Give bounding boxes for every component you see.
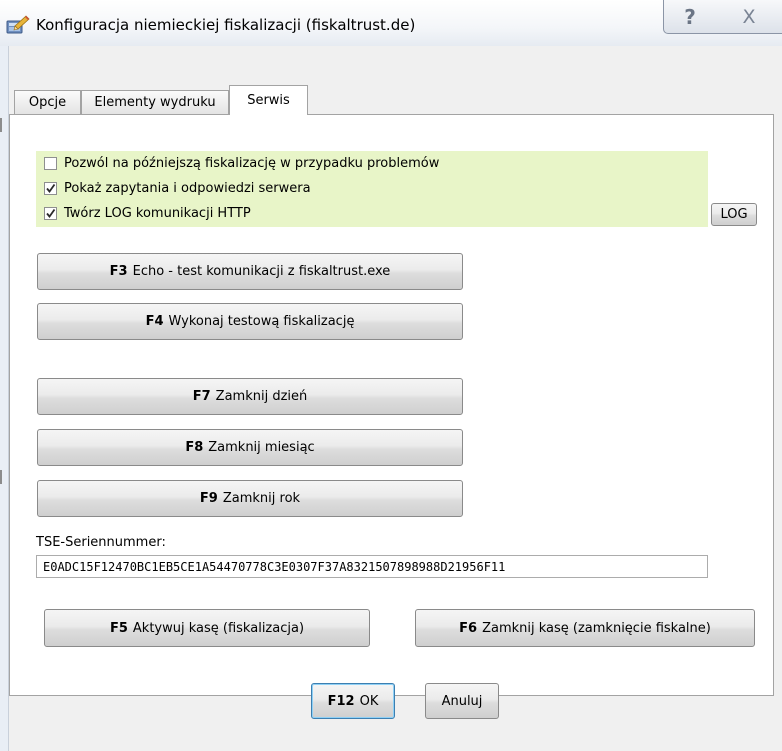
tab-serwis[interactable]: Serwis <box>229 85 308 115</box>
option-label: Twórz LOG komunikacji HTTP <box>64 205 251 221</box>
ok-button-label: OK <box>359 693 379 709</box>
echo-test-button[interactable]: F3 Echo - test komunikacji z fiskaltrust… <box>37 253 463 290</box>
edge-artifact <box>0 118 2 132</box>
close-register-button[interactable]: F6 Zamknij kasę (zamknięcie fiskalne) <box>415 609 755 647</box>
tse-serial-label: TSE-Seriennummer: <box>36 535 166 550</box>
tab-label: Opcje <box>28 95 67 110</box>
checkbox[interactable] <box>44 181 57 195</box>
button-label: Wykonaj testową fiskalizację <box>168 314 355 329</box>
cancel-button[interactable]: Anuluj <box>425 683 499 719</box>
edge-artifact <box>0 470 2 484</box>
close-day-button[interactable]: F7 Zamknij dzień <box>37 378 463 415</box>
tab-opcje[interactable]: Opcje <box>14 90 81 114</box>
checkmark-icon <box>46 183 56 193</box>
shortcut-key: F4 <box>145 314 164 329</box>
shortcut-key: F5 <box>109 620 128 636</box>
activate-register-button[interactable]: F5 Aktywuj kasę (fiskalizacja) <box>44 609 370 647</box>
shortcut-key: F3 <box>109 264 128 279</box>
shortcut-key: F8 <box>185 440 204 455</box>
checkbox[interactable] <box>44 156 57 170</box>
button-label: Zamknij dzień <box>215 389 308 404</box>
tab-label: Elementy wydruku <box>94 95 216 110</box>
option-late-fiscalization[interactable]: Pozwól na późniejszą fiskalizację w przy… <box>44 153 439 173</box>
title-bar: Konfiguracja niemieckiej fiskalizacji (f… <box>0 0 782 46</box>
log-button-label: LOG <box>720 207 748 222</box>
button-label: Zamknij miesiąc <box>208 440 315 455</box>
button-label: Aktywuj kasę (fiskalizacja) <box>132 620 305 636</box>
button-label: Zamknij kasę (zamknięcie fiskalne) <box>482 620 711 636</box>
close-month-button[interactable]: F8 Zamknij miesiąc <box>37 429 463 466</box>
button-label: Echo - test komunikacji z fiskaltrust.ex… <box>132 264 391 279</box>
window-title: Konfiguracja niemieckiej fiskalizacji (f… <box>36 16 416 34</box>
pencil-edit-icon <box>6 15 30 34</box>
ok-button[interactable]: F12 OK <box>311 683 395 719</box>
close-year-button[interactable]: F9 Zamknij rok <box>37 480 463 517</box>
dialog-client-area: Opcje Elementy wydruku Serwis Pozwól na … <box>8 46 782 751</box>
shortcut-key: F9 <box>199 491 218 506</box>
option-show-requests[interactable]: Pokaż zapytania i odpowiedzi serwera <box>44 178 311 198</box>
tab-elementy-wydruku[interactable]: Elementy wydruku <box>81 90 229 114</box>
log-button[interactable]: LOG <box>711 203 757 226</box>
checkmark-icon <box>46 208 56 218</box>
shortcut-key: F6 <box>459 620 478 636</box>
cancel-button-label: Anuluj <box>441 693 483 709</box>
option-http-log[interactable]: Twórz LOG komunikacji HTTP <box>44 203 251 223</box>
serwis-panel: Pozwól na późniejszą fiskalizację w przy… <box>9 114 774 696</box>
shortcut-key: F12 <box>327 693 355 709</box>
button-label: Zamknij rok <box>222 491 301 506</box>
help-button[interactable]: ? <box>663 0 717 34</box>
test-fiscalization-button[interactable]: F4 Wykonaj testową fiskalizację <box>37 303 463 340</box>
option-label: Pozwól na późniejszą fiskalizację w przy… <box>64 155 440 171</box>
shortcut-key: F7 <box>192 389 211 404</box>
tab-label: Serwis <box>247 93 290 108</box>
tse-serial-field[interactable]: E0ADC15F12470BC1EB5CE1A54470778C3E0307F3… <box>36 555 708 578</box>
checkbox[interactable] <box>44 206 57 220</box>
help-icon: ? <box>684 4 696 29</box>
close-button[interactable]: X <box>716 0 782 34</box>
close-icon: X <box>742 5 756 28</box>
dialog-window: Konfiguracja niemieckiej fiskalizacji (f… <box>0 0 782 751</box>
tse-serial-value: E0ADC15F12470BC1EB5CE1A54470778C3E0307F3… <box>43 559 506 574</box>
option-label: Pokaż zapytania i odpowiedzi serwera <box>64 180 311 196</box>
